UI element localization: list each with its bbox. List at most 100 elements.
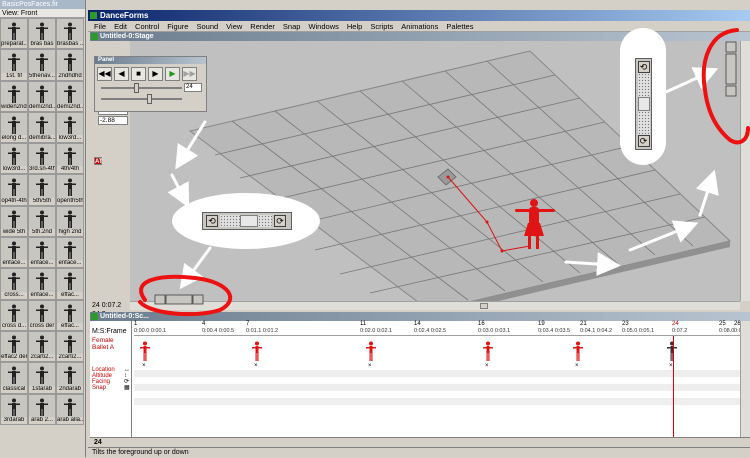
fast-forward-button[interactable]: ▶▶ bbox=[182, 67, 197, 81]
ruler-tick[interactable]: 7 0:01.1 0:01.2 bbox=[246, 321, 278, 334]
ruler-tick[interactable]: 11 0:02.0 0:02.1 bbox=[360, 321, 392, 334]
tempo-slider-knob[interactable] bbox=[146, 94, 152, 104]
frame-value-field[interactable]: 24 bbox=[184, 83, 202, 92]
stage-vertical-scrollbar[interactable] bbox=[740, 41, 750, 301]
ruler-tick[interactable]: 23 0:05.0 0:05.1 bbox=[622, 321, 654, 334]
keyframe-figure[interactable]: × bbox=[667, 341, 677, 369]
pose-thumbnail[interactable]: arab 2... bbox=[28, 393, 56, 425]
tilt-down-icon[interactable]: ⟳ bbox=[637, 135, 650, 147]
pose-thumbnail[interactable]: enface... bbox=[56, 237, 84, 269]
pose-thumbnail[interactable]: demi2nd... bbox=[56, 80, 84, 112]
pose-thumbnail[interactable]: 2ndarab bbox=[56, 362, 84, 394]
pose-thumbnail[interactable]: effac2 der bbox=[0, 330, 28, 363]
step-back-button[interactable]: ◀ bbox=[114, 67, 129, 81]
ruler-tick[interactable]: 19 0:03.4 0:03.5 bbox=[538, 321, 570, 334]
keyframe-figure[interactable]: × bbox=[140, 341, 150, 369]
pose-thumbnail[interactable]: elong d... bbox=[0, 111, 28, 144]
ruler-tick[interactable]: 21 0:04.1 0:04.2 bbox=[580, 321, 612, 334]
pose-thumbnail[interactable]: high 2nd bbox=[56, 205, 84, 238]
rewind-button[interactable]: ◀◀ bbox=[97, 67, 112, 81]
palette-view-selector[interactable]: View: Front bbox=[0, 9, 85, 18]
stop-button[interactable]: ■ bbox=[131, 67, 146, 81]
timeline-ruler[interactable]: 1 0:00.0 0:00.1 4 0:00.4 0:00.5 7 0:01.1 0:01… bbox=[134, 321, 749, 336]
pose-thumbnail[interactable]: arab alla... bbox=[56, 393, 84, 425]
pose-thumbnail[interactable]: 5th.2nd bbox=[28, 205, 56, 238]
ruler-tick[interactable]: 4 0:00.4 0:00.5 bbox=[202, 321, 234, 334]
pose-thumbnail[interactable]: 3rd.sn-4th bbox=[28, 143, 56, 175]
track-label-snap[interactable]: Snap bbox=[92, 385, 115, 391]
menu-palettes[interactable]: Palettes bbox=[442, 21, 477, 31]
playhead[interactable] bbox=[673, 336, 674, 437]
pose-thumbnail[interactable]: classical bbox=[0, 362, 28, 394]
pose-thumbnail[interactable]: effac... bbox=[56, 268, 84, 300]
speed-slider[interactable]: 24 bbox=[97, 83, 204, 93]
pose-thumbnail[interactable]: brasbas ... bbox=[56, 18, 84, 50]
pose-thumbnail[interactable]: 2carti2... bbox=[28, 330, 56, 363]
zoom-rotate-icon-right[interactable]: ⟳ bbox=[274, 215, 286, 227]
play-button[interactable]: ▶ bbox=[165, 67, 180, 81]
pose-thumbnail[interactable]: widen2nd... bbox=[0, 80, 28, 112]
menu-windows[interactable]: Windows bbox=[304, 21, 342, 31]
ruler-tick[interactable]: 1 0:00.0 0:00.1 bbox=[134, 321, 166, 334]
speed-slider-knob[interactable] bbox=[134, 83, 140, 93]
ruler-tick[interactable]: 16 0:03.0 0:03.1 bbox=[478, 321, 510, 334]
menu-scripts[interactable]: Scripts bbox=[366, 21, 397, 31]
step-forward-button[interactable]: ▶ bbox=[148, 67, 163, 81]
pose-thumbnail[interactable]: op4th-4th bbox=[0, 174, 28, 206]
pose-thumbnail[interactable]: 3rdarab bbox=[0, 393, 28, 425]
pose-thumbnail[interactable]: bras bas bbox=[28, 18, 56, 50]
ruler-tick[interactable]: 14 0:02.4 0:02.5 bbox=[414, 321, 446, 334]
zoom-rotate-icon[interactable]: ⟲ bbox=[206, 215, 218, 227]
keyframe-figure[interactable]: × bbox=[573, 341, 583, 369]
pose-thumbnail[interactable]: enface... bbox=[0, 237, 28, 269]
stage-horizontal-scrollbar[interactable] bbox=[130, 301, 740, 310]
menu-snap[interactable]: Snap bbox=[279, 21, 305, 31]
keyframe-figure[interactable]: × bbox=[366, 341, 376, 369]
snap-track-icon[interactable]: ▦ bbox=[124, 385, 130, 391]
pose-thumbnail[interactable]: demi2nd... bbox=[28, 80, 56, 112]
pose-thumbnail[interactable]: 2carti2... bbox=[56, 330, 84, 363]
pose-thumbnail[interactable]: wide 5th bbox=[0, 205, 28, 238]
stage-field-2[interactable]: -2.88 bbox=[98, 116, 128, 125]
tilt-up-icon[interactable]: ⟲ bbox=[637, 61, 650, 73]
figure-name[interactable]: Female Ballet A bbox=[92, 337, 131, 351]
pose-thumbnail[interactable]: 5thenav... bbox=[28, 49, 56, 81]
pose-thumbnail[interactable]: 1starab bbox=[28, 362, 56, 394]
pose-thumbnail[interactable]: enface... bbox=[28, 268, 56, 300]
keyframe-figure[interactable]: × bbox=[483, 341, 493, 369]
ruler-tick[interactable]: 24 0:07.2 bbox=[672, 321, 687, 334]
pose-thumbnail[interactable]: low3rd... bbox=[0, 143, 28, 175]
keyframe-figure[interactable]: × bbox=[252, 341, 262, 369]
menu-render[interactable]: Render bbox=[246, 21, 279, 31]
menu-edit[interactable]: Edit bbox=[110, 21, 131, 31]
timeline-lanes[interactable]: × × × × × × bbox=[134, 336, 740, 437]
ruler-tick[interactable]: 25 0:08.0 bbox=[719, 321, 734, 334]
menu-view[interactable]: View bbox=[222, 21, 246, 31]
pose-thumbnail[interactable]: cross der bbox=[28, 299, 56, 331]
menu-figure[interactable]: Figure bbox=[163, 21, 192, 31]
tempo-slider[interactable] bbox=[97, 94, 204, 104]
pose-thumbnail[interactable]: openth5th bbox=[56, 174, 84, 206]
pose-thumbnail[interactable]: low3rd... bbox=[56, 111, 84, 144]
tilt-dotted-track[interactable] bbox=[637, 73, 650, 97]
zoom-dotted-track-right[interactable] bbox=[258, 215, 272, 227]
stage-hscroll-thumb[interactable] bbox=[480, 303, 488, 309]
pose-thumbnail[interactable]: 1st. fif bbox=[0, 49, 28, 81]
menu-sound[interactable]: Sound bbox=[192, 21, 222, 31]
zoom-slider-thumb[interactable] bbox=[240, 215, 258, 227]
menu-help[interactable]: Help bbox=[343, 21, 366, 31]
pose-thumbnail[interactable]: demibra... bbox=[28, 111, 56, 144]
at-icon[interactable]: AT bbox=[94, 157, 103, 165]
pose-thumbnail[interactable]: 4th/4th bbox=[56, 143, 84, 175]
pose-thumbnail[interactable]: cross... bbox=[0, 268, 28, 300]
menu-file[interactable]: File bbox=[90, 21, 110, 31]
pose-thumbnail[interactable]: effac... bbox=[56, 299, 84, 331]
pose-thumbnail[interactable]: enface... bbox=[28, 237, 56, 269]
pose-thumbnail[interactable]: 5th/5th bbox=[28, 174, 56, 206]
tilt-dotted-track-lower[interactable] bbox=[637, 111, 650, 135]
timeline-vertical-scrollbar[interactable] bbox=[740, 321, 750, 437]
pose-thumbnail[interactable]: preparat... bbox=[0, 18, 28, 50]
zoom-dotted-track[interactable] bbox=[220, 215, 240, 227]
menu-control[interactable]: Control bbox=[131, 21, 163, 31]
menu-animations[interactable]: Animations bbox=[397, 21, 442, 31]
